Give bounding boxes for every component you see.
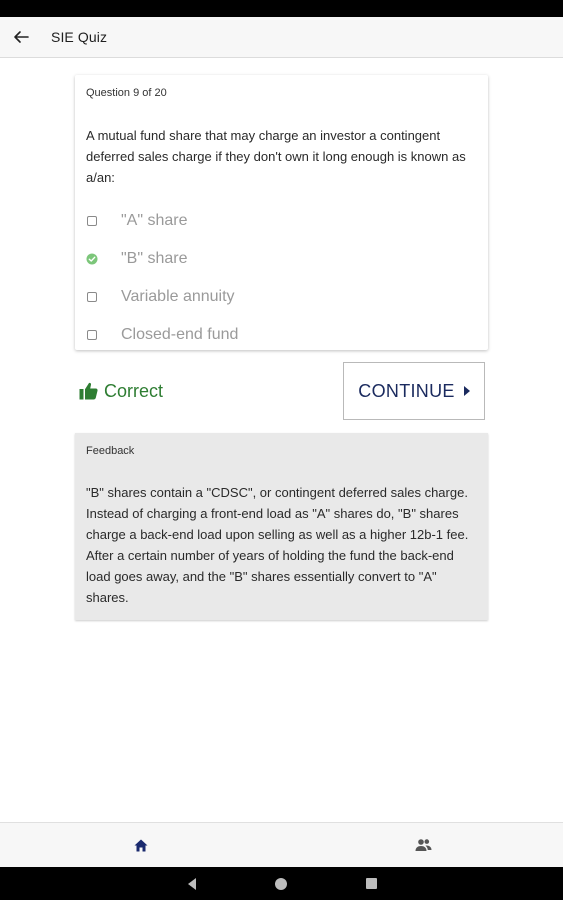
thumbs-up-icon	[79, 382, 98, 400]
option-label: Variable annuity	[121, 288, 235, 305]
option-variable-annuity[interactable]: Variable annuity	[86, 278, 476, 316]
app-bar: SIE Quiz	[0, 17, 563, 58]
continue-label: CONTINUE	[358, 380, 455, 401]
nav-people-button[interactable]	[408, 833, 438, 857]
arrow-left-icon	[14, 31, 29, 43]
option-a-share[interactable]: "A" share	[86, 202, 476, 240]
system-back-icon[interactable]	[185, 877, 199, 891]
page-title: SIE Quiz	[51, 29, 108, 45]
checkbox-icon	[86, 215, 98, 227]
back-button[interactable]	[1, 17, 41, 58]
result-indicator: Correct	[79, 377, 163, 405]
checkbox-icon	[86, 329, 98, 341]
system-nav-bar	[0, 867, 563, 900]
option-label: "A" share	[121, 212, 188, 229]
nav-home-button[interactable]	[126, 833, 156, 857]
option-label: Closed-end fund	[121, 326, 239, 343]
continue-button[interactable]: CONTINUE	[343, 362, 485, 420]
question-text: A mutual fund share that may charge an i…	[86, 128, 466, 185]
option-label: "B" share	[121, 250, 188, 267]
status-bar	[0, 0, 563, 17]
question-card: Question 9 of 20 A mutual fund share tha…	[75, 75, 488, 350]
chevron-right-icon	[463, 386, 470, 396]
people-icon	[415, 839, 431, 851]
system-home-icon[interactable]	[275, 878, 287, 890]
bottom-nav	[0, 822, 563, 867]
result-label: Correct	[104, 380, 164, 401]
system-recents-icon[interactable]	[366, 878, 377, 889]
option-b-share[interactable]: "B" share	[86, 240, 476, 278]
home-icon	[134, 839, 148, 851]
answer-options: "A" share "B" share Variable annuity Clo…	[86, 202, 476, 354]
checkbox-icon	[86, 291, 98, 303]
feedback-title: Feedback	[86, 445, 135, 457]
check-circle-icon	[86, 253, 98, 265]
option-closed-end-fund[interactable]: Closed-end fund	[86, 316, 476, 354]
feedback-text: "B" shares contain a "CDSC", or continge…	[86, 485, 469, 605]
question-counter: Question 9 of 20	[86, 87, 167, 99]
feedback-card: Feedback "B" shares contain a "CDSC", or…	[75, 433, 488, 620]
